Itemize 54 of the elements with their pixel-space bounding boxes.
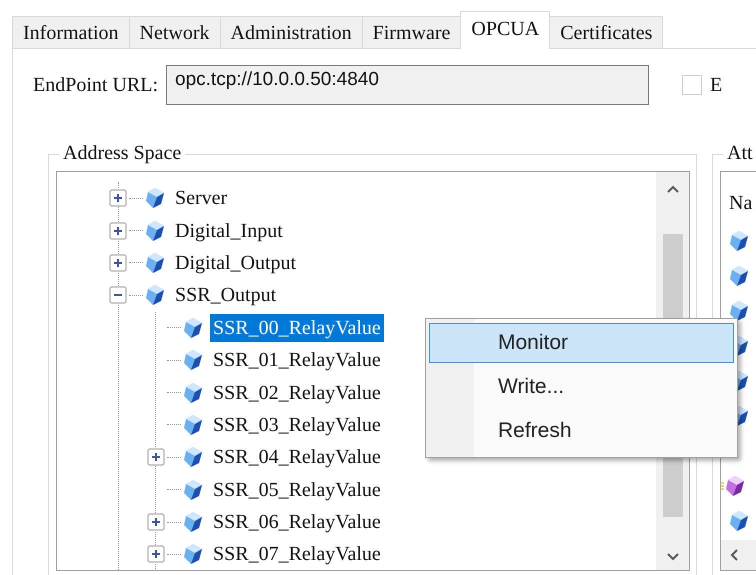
cube-icon xyxy=(145,220,165,242)
column-header: Na xyxy=(729,192,754,215)
tree-item[interactable]: Server xyxy=(172,184,230,212)
tab[interactable]: Firmware xyxy=(362,16,462,48)
tree-item[interactable]: Digital_Input xyxy=(172,216,286,245)
cube-icon xyxy=(145,252,165,274)
cube-icon xyxy=(183,446,203,468)
endpoint-label: EndPoint URL: xyxy=(33,74,158,96)
tree-item[interactable]: SSR_07_RelayValue xyxy=(210,540,384,568)
cube-icon xyxy=(183,316,203,339)
scroll-down-icon[interactable] xyxy=(666,552,680,562)
tree-item[interactable]: SSR_03_RelayValue xyxy=(210,410,384,439)
tab[interactable]: Network xyxy=(128,16,221,48)
cube-icon xyxy=(145,284,165,306)
cube-icon xyxy=(183,543,203,566)
tree-item[interactable]: Digital_Output xyxy=(172,248,300,277)
tree-item[interactable]: SSR_06_RelayValue xyxy=(210,508,384,536)
cube-icon xyxy=(183,511,203,534)
tree-item[interactable]: SSR_01_RelayValue xyxy=(210,346,384,374)
tab[interactable]: Information xyxy=(12,16,130,48)
tree-item[interactable]: SSR_02_RelayValue xyxy=(210,378,384,407)
toggle-icon[interactable] xyxy=(109,222,127,240)
tree-item[interactable]: SSR_00_RelayValue xyxy=(210,314,384,342)
cube-icon xyxy=(183,382,203,404)
tree-item[interactable]: SSR_05_RelayValue xyxy=(210,476,384,504)
scroll-up-icon[interactable] xyxy=(666,184,680,194)
group-title: Address Space xyxy=(59,142,186,165)
cube-icon xyxy=(729,300,749,322)
tree-item[interactable]: SSR_Output xyxy=(172,281,280,310)
tab[interactable]: Certificates xyxy=(549,16,664,48)
tree-item[interactable]: SSR_04_RelayValue xyxy=(210,443,384,472)
toggle-icon[interactable] xyxy=(147,448,165,466)
checkbox[interactable] xyxy=(682,75,702,95)
method-icon xyxy=(721,474,745,496)
menu-item[interactable]: Refresh xyxy=(429,409,734,453)
scroll-left-icon[interactable] xyxy=(729,548,739,562)
cube-icon xyxy=(729,264,749,286)
menu-item[interactable]: Write... xyxy=(429,365,734,409)
menu-item[interactable]: Monitor xyxy=(429,323,734,363)
toggle-icon[interactable] xyxy=(109,189,127,208)
toggle-icon[interactable] xyxy=(147,545,165,564)
tab[interactable]: OPCUA xyxy=(460,11,550,49)
cube-icon xyxy=(183,414,203,436)
cube-icon xyxy=(183,349,203,372)
cube-icon xyxy=(729,230,749,252)
cube-icon xyxy=(729,510,749,532)
checkbox-label: E xyxy=(710,74,722,96)
toggle-icon[interactable] xyxy=(109,254,127,272)
toggle-icon[interactable] xyxy=(109,286,127,304)
cube-icon xyxy=(145,187,165,210)
endpoint-url-field[interactable]: opc.tcp://10.0.0.50:4840 xyxy=(166,65,650,105)
cube-icon xyxy=(183,478,203,501)
toggle-icon[interactable] xyxy=(147,513,165,532)
tab[interactable]: Administration xyxy=(220,16,363,48)
